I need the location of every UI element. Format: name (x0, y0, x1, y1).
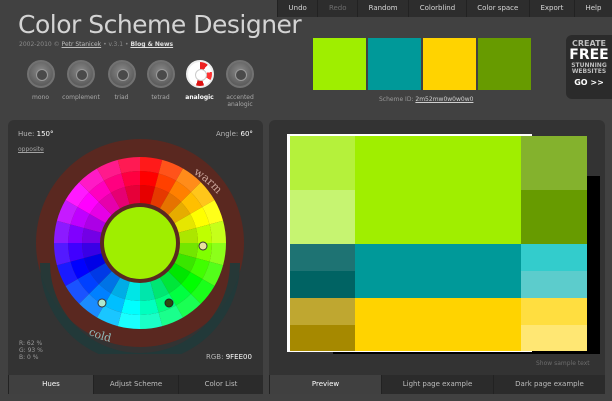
mode-label: tetrad (151, 94, 170, 101)
color-wheel[interactable]: warm cold (30, 133, 251, 354)
rgb-code: RGB: 9FEE00 (206, 353, 252, 361)
preview-color-block[interactable] (290, 190, 355, 244)
mode-complement[interactable]: complement (60, 60, 102, 108)
menu-redo[interactable]: Redo (317, 0, 357, 17)
triad-icon (107, 60, 136, 88)
analogic-icon (185, 60, 214, 88)
tab-hues[interactable]: Hues (8, 375, 93, 394)
menu-export[interactable]: Export (528, 0, 574, 17)
preview-color-block[interactable] (290, 325, 355, 351)
preview-color-block[interactable] (290, 244, 355, 271)
swatch-primary[interactable] (313, 38, 366, 90)
complement-icon (67, 60, 95, 88)
rgb-b: B: 0 % (19, 354, 39, 361)
scheme-id-label: Scheme ID: (379, 96, 414, 103)
mode-label: complement (62, 94, 100, 101)
secondary-handle-cold[interactable] (97, 298, 107, 308)
rgb-g: G: 93 % (19, 347, 43, 354)
swatch-secondary-b[interactable] (423, 38, 476, 90)
secondary-handle-warm[interactable] (198, 241, 208, 251)
tab-light-page-example[interactable]: Light page example (381, 375, 493, 394)
mode-accented-analogic[interactable]: accented analogic (219, 60, 261, 108)
copyright-line: 2002-2010 © Petr Stanicek • v.3.1 • Blog… (19, 41, 173, 48)
rgb-percentages: R: 62 % G: 93 % B: 0 % (19, 340, 43, 361)
selected-color-center (104, 207, 176, 279)
accented-analogic-icon (226, 60, 254, 88)
tab-color-list[interactable]: Color List (178, 375, 263, 394)
menu-random[interactable]: Random (357, 0, 408, 17)
scheme-mode-selector: mono complement triad tetrad analogic ac… (21, 60, 261, 108)
tetrad-icon (146, 60, 175, 88)
scheme-id-link[interactable]: 2m52mw0w0w0w0 (415, 96, 473, 103)
preview-color-block[interactable] (521, 136, 587, 190)
menu-colorblind[interactable]: Colorblind (408, 0, 466, 17)
preview-color-block[interactable] (355, 136, 521, 244)
copyright-text: 2002-2010 © (19, 41, 60, 48)
mode-label: mono (32, 94, 49, 101)
mode-analogic[interactable]: analogic (180, 60, 219, 108)
ad-line: FREE (569, 47, 609, 63)
preview-color-block[interactable] (521, 244, 587, 271)
hue-segment[interactable] (209, 220, 226, 243)
hue-segment[interactable] (140, 157, 163, 174)
preview-color-block[interactable] (521, 325, 587, 351)
mode-triad[interactable]: triad (102, 60, 141, 108)
hue-segment[interactable] (140, 312, 163, 329)
menu-undo[interactable]: Undo (277, 0, 317, 17)
preview-color-grid (290, 136, 587, 351)
tab-dark-page-example[interactable]: Dark page example (493, 375, 605, 394)
ad-line: WEBSITES (571, 68, 607, 75)
mono-icon (26, 60, 55, 88)
tab-preview[interactable]: Preview (269, 375, 381, 394)
right-tabs: Preview Light page example Dark page exa… (269, 375, 605, 394)
version-text: • v.3.1 • (103, 41, 129, 48)
mode-label: triad (114, 94, 129, 101)
menu-help[interactable]: Help (573, 0, 612, 17)
preview-color-block[interactable] (290, 136, 355, 190)
rgb-value: 9FEE00 (225, 353, 252, 361)
app-logo: Color Scheme Designer (18, 10, 302, 39)
left-tabs: Hues Adjust Scheme Color List (8, 375, 263, 394)
scheme-swatches (313, 38, 531, 90)
scheme-id: Scheme ID: 2m52mw0w0w0w0 (379, 96, 473, 103)
tab-adjust-scheme[interactable]: Adjust Scheme (93, 375, 178, 394)
hue-segment[interactable] (117, 157, 140, 174)
preview-color-block[interactable] (521, 190, 587, 244)
rgb-label: RGB: (206, 353, 224, 361)
mode-label: accented analogic (226, 94, 254, 108)
mode-label: analogic (185, 94, 214, 101)
swatch-complement[interactable] (478, 38, 531, 90)
show-sample-text-link[interactable]: Show sample text (536, 360, 590, 367)
blog-link[interactable]: Blog & News (130, 41, 173, 48)
menu-color-space[interactable]: Color space (465, 0, 529, 17)
rgb-r: R: 62 % (19, 340, 43, 347)
author-link[interactable]: Petr Stanicek (62, 41, 102, 48)
preview-color-block[interactable] (355, 298, 521, 351)
top-menu: Undo Redo Random Colorblind Color space … (277, 0, 612, 17)
preview-color-block[interactable] (521, 298, 587, 325)
preview-color-block[interactable] (521, 271, 587, 298)
hue-segment[interactable] (54, 220, 71, 243)
ad-go-link[interactable]: GO >> (566, 79, 612, 87)
mode-mono[interactable]: mono (21, 60, 60, 108)
hue-segment[interactable] (54, 243, 71, 266)
ad-banner[interactable]: CREATE FREE STUNNING WEBSITES GO >> (566, 35, 612, 99)
preview-color-block[interactable] (290, 271, 355, 298)
hue-segment[interactable] (209, 243, 226, 266)
primary-handle[interactable] (164, 298, 174, 308)
swatch-secondary-a[interactable] (368, 38, 421, 90)
preview-color-block[interactable] (355, 244, 521, 298)
preview-color-block[interactable] (290, 298, 355, 325)
hue-segment[interactable] (117, 312, 140, 329)
mode-tetrad[interactable]: tetrad (141, 60, 180, 108)
app-window: Color Scheme Designer 2002-2010 © Petr S… (0, 0, 612, 401)
